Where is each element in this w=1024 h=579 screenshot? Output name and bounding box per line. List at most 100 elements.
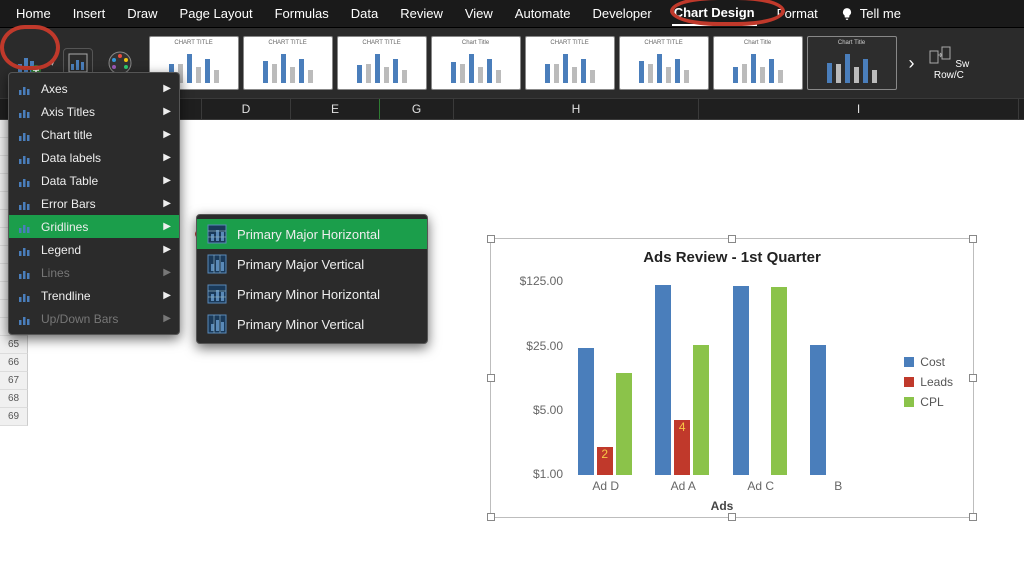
- legend-swatch-cost: [904, 357, 914, 367]
- chart-bar[interactable]: [578, 348, 594, 475]
- col-i[interactable]: I: [699, 99, 1019, 119]
- submenu-item-primary-major-vertical[interactable]: Primary Major Vertical: [197, 249, 427, 279]
- add-chart-element-menu: Axes▶Axis Titles▶Chart title▶Data labels…: [8, 72, 180, 335]
- chart-bar[interactable]: [810, 345, 826, 475]
- tab-draw[interactable]: Draw: [125, 2, 159, 25]
- tab-format[interactable]: Format: [775, 2, 820, 25]
- chart-bar[interactable]: [693, 345, 709, 475]
- chart-resize-handle[interactable]: [487, 235, 495, 243]
- menu-item-error-bars[interactable]: Error Bars▶: [9, 192, 179, 215]
- chart-mini-icon: [17, 242, 33, 258]
- x-tick-label: Ad D: [571, 479, 641, 493]
- quick-layout-icon: [67, 52, 89, 74]
- gridlines-icon: [207, 284, 227, 304]
- tab-formulas[interactable]: Formulas: [273, 2, 331, 25]
- chart-bar[interactable]: [733, 286, 749, 475]
- tab-view[interactable]: View: [463, 2, 495, 25]
- chart-bar[interactable]: [616, 373, 632, 475]
- y-tick-label: $1.00: [511, 467, 563, 481]
- chart-bar[interactable]: [655, 285, 671, 475]
- chart-mini-icon: [17, 127, 33, 143]
- chart-mini-icon: [17, 288, 33, 304]
- chart-mini-icon: [17, 265, 33, 281]
- chart-legend[interactable]: Cost Leads CPL: [904, 355, 953, 415]
- menu-item-axes[interactable]: Axes▶: [9, 77, 179, 100]
- menu-item-axis-titles[interactable]: Axis Titles▶: [9, 100, 179, 123]
- x-tick-label: B: [803, 479, 873, 493]
- chart-mini-icon: [17, 150, 33, 166]
- tab-insert[interactable]: Insert: [71, 2, 108, 25]
- data-label: 2: [597, 447, 613, 461]
- col-e[interactable]: E: [291, 99, 380, 119]
- tab-review[interactable]: Review: [398, 2, 445, 25]
- y-tick-label: $125.00: [511, 274, 563, 288]
- tab-page-layout[interactable]: Page Layout: [178, 2, 255, 25]
- chart-style-2[interactable]: CHART TITLE: [243, 36, 333, 90]
- chart-mini-icon: [17, 311, 33, 327]
- row-header[interactable]: 68: [0, 390, 28, 408]
- chart-style-6[interactable]: CHART TITLE: [619, 36, 709, 90]
- gridlines-submenu: Primary Major HorizontalPrimary Major Ve…: [196, 214, 428, 344]
- row-header[interactable]: 67: [0, 372, 28, 390]
- chart-resize-handle[interactable]: [487, 513, 495, 521]
- y-tick-label: $25.00: [511, 339, 563, 353]
- col-h[interactable]: H: [454, 99, 699, 119]
- submenu-item-primary-minor-vertical[interactable]: Primary Minor Vertical: [197, 309, 427, 339]
- row-header[interactable]: 65: [0, 336, 28, 354]
- chart-resize-handle[interactable]: [728, 513, 736, 521]
- legend-swatch-cpl: [904, 397, 914, 407]
- chart-title[interactable]: Ads Review - 1st Quarter: [497, 249, 967, 266]
- chart-mini-icon: [17, 196, 33, 212]
- tell-me[interactable]: Tell me: [838, 0, 905, 29]
- menu-item-chart-title[interactable]: Chart title▶: [9, 123, 179, 146]
- tab-automate[interactable]: Automate: [513, 2, 573, 25]
- chart-resize-handle[interactable]: [969, 235, 977, 243]
- tab-data[interactable]: Data: [349, 2, 380, 25]
- chart-resize-handle[interactable]: [487, 374, 495, 382]
- col-g[interactable]: G: [380, 99, 454, 119]
- switch-row-column-icon: [929, 45, 953, 65]
- x-tick-label: Ad C: [726, 479, 796, 493]
- chart-style-4[interactable]: Chart Title: [431, 36, 521, 90]
- gridlines-icon: [207, 224, 227, 244]
- col-d[interactable]: D: [202, 99, 291, 119]
- chart-style-5[interactable]: CHART TITLE: [525, 36, 615, 90]
- gridlines-icon: [207, 254, 227, 274]
- styles-more-button[interactable]: ›: [909, 53, 915, 74]
- menu-item-up-down-bars: Up/Down Bars▶: [9, 307, 179, 330]
- chart-style-3[interactable]: CHART TITLE: [337, 36, 427, 90]
- gridlines-icon: [207, 314, 227, 334]
- chart-x-axis-label[interactable]: Ads: [711, 499, 734, 513]
- menu-item-trendline[interactable]: Trendline▶: [9, 284, 179, 307]
- tab-developer[interactable]: Developer: [590, 2, 653, 25]
- ribbon-tabs: Home Insert Draw Page Layout Formulas Da…: [0, 0, 1024, 28]
- submenu-item-primary-minor-horizontal[interactable]: Primary Minor Horizontal: [197, 279, 427, 309]
- menu-item-gridlines[interactable]: Gridlines▶: [9, 215, 179, 238]
- menu-item-data-table[interactable]: Data Table▶: [9, 169, 179, 192]
- tab-chart-design[interactable]: Chart Design: [672, 1, 757, 26]
- legend-swatch-leads: [904, 377, 914, 387]
- chart-resize-handle[interactable]: [728, 235, 736, 243]
- chart-styles-gallery[interactable]: CHART TITLE CHART TITLE CHART TITLE Char…: [149, 36, 970, 90]
- lightbulb-icon: [840, 7, 854, 21]
- chart-mini-icon: [17, 173, 33, 189]
- chart-mini-icon: [17, 219, 33, 235]
- chart-resize-handle[interactable]: [969, 374, 977, 382]
- chart-style-8[interactable]: Chart Title: [807, 36, 897, 90]
- submenu-item-primary-major-horizontal[interactable]: Primary Major Horizontal: [197, 219, 427, 249]
- row-header[interactable]: 69: [0, 408, 28, 426]
- data-label: 4: [674, 420, 690, 434]
- chart-bar[interactable]: [771, 287, 787, 475]
- switch-row-column-button[interactable]: SwRow/C: [929, 45, 970, 81]
- chart-mini-icon: [17, 104, 33, 120]
- row-header[interactable]: 66: [0, 354, 28, 372]
- menu-item-data-labels[interactable]: Data labels▶: [9, 146, 179, 169]
- chart-object[interactable]: Ads Review - 1st Quarter Ads $125.00$25.…: [490, 238, 974, 518]
- chart-resize-handle[interactable]: [969, 513, 977, 521]
- chart-mini-icon: [17, 81, 33, 97]
- tab-home[interactable]: Home: [14, 2, 53, 25]
- chart-style-7[interactable]: Chart Title: [713, 36, 803, 90]
- chart-plot-area[interactable]: Ads $125.00$25.00$5.00$1.00Ad D2Ad A4Ad …: [567, 275, 877, 475]
- menu-item-lines: Lines▶: [9, 261, 179, 284]
- menu-item-legend[interactable]: Legend▶: [9, 238, 179, 261]
